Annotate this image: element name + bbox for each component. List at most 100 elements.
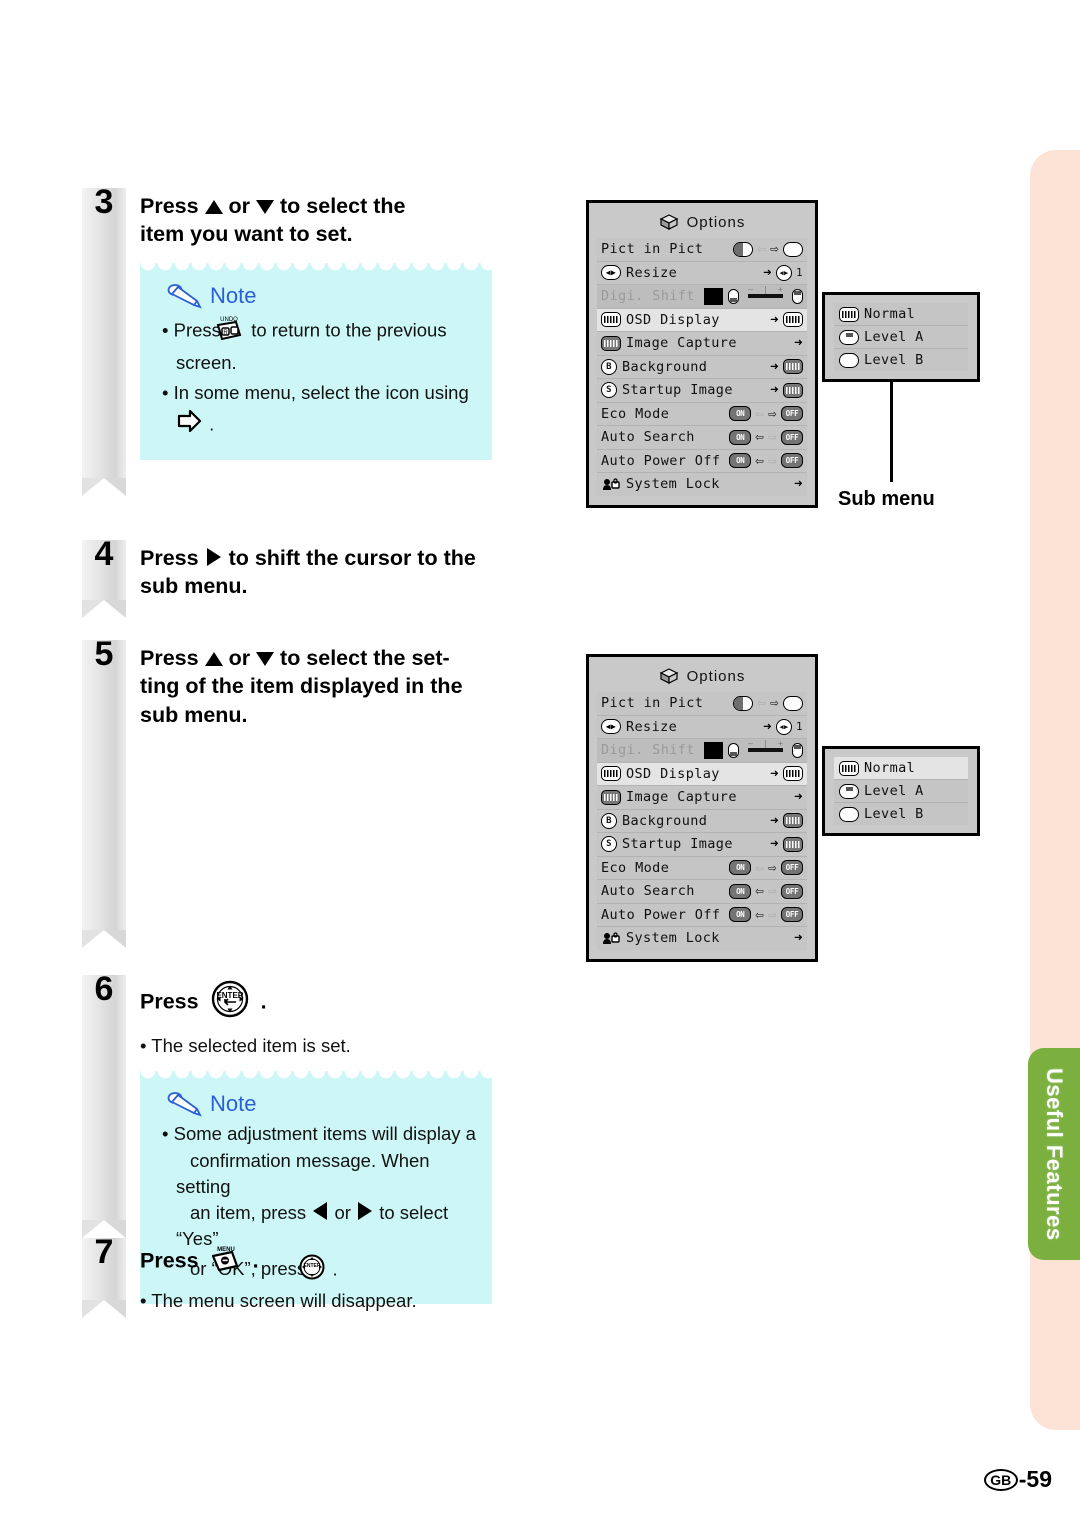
auto-power-off-off-button[interactable]: OFF [781,907,803,923]
submenu-row-label: Level B [864,806,924,822]
pip-off-icon[interactable] [783,241,803,257]
bullet-dot: • [140,1290,147,1312]
osd-row-control[interactable]: ➜ ◀▶ 1 [763,718,803,735]
osd-row-system-lock[interactable]: System Lock ➜ [597,473,807,496]
osd-row-osd-display[interactable]: OSD Display ➜ [597,308,807,332]
auto-search-on-button[interactable]: ON [729,429,752,445]
submenu-row-level-b[interactable]: Level B [834,803,968,825]
osd-row-auto-search[interactable]: Auto Search ON ⇦ ⇨ OFF [597,880,807,904]
osd-row-pict-in-pict[interactable]: Pict in Pict ⇦ ⇨ [597,692,807,716]
osd-menu-options-bottom[interactable]: Options Pict in Pict ⇦ ⇨ ◀▶ Resize ➜ ◀▶ … [586,654,818,962]
osd-row-control[interactable]: ➜ [794,477,803,491]
step-4: 4 Press to shift the cursor to the sub me… [82,535,492,618]
pip-on-icon[interactable] [733,241,754,257]
submenu-osd-display-top[interactable]: Normal Level A Level B [822,292,980,382]
auto-power-off-on-button[interactable]: ON [729,453,752,469]
submenu-row-normal[interactable]: Normal [834,303,968,326]
svg-text:R: R [223,330,228,336]
eco-mode-off-button[interactable]: OFF [781,860,803,876]
digi-shift-slider[interactable]: – | + [748,739,784,753]
osd-row-control[interactable]: ⇦ ⇨ [733,241,803,257]
arrow-left-icon: ⇦ [755,452,765,469]
osd-row-auto-power-off[interactable]: Auto Power Off ON ⇦ ⇨ OFF [597,449,807,473]
osd-row-background[interactable]: B Background ➜ [597,355,807,379]
digi-shift-slider[interactable]: – | + [748,285,784,299]
osd-row-control[interactable]: ➜ [770,312,803,328]
eco-mode-on-button[interactable]: ON [729,860,752,876]
submenu-row-label: Normal [864,760,916,776]
osd-row-background[interactable]: B Background ➜ [597,809,807,833]
osd-row-control[interactable]: ON ⇦ ⇨ OFF [729,429,803,445]
osd-row-control[interactable]: ON ⇦ ⇨ OFF [729,860,803,876]
step-3-body: Press or to select the item you want to s… [126,188,492,478]
osd-row-control[interactable]: ➜ [794,931,803,945]
submenu-row-normal[interactable]: Normal [834,757,968,780]
osd-row-pict-in-pict[interactable]: Pict in Pict ⇦ ⇨ [597,238,807,262]
osd-row-control[interactable]: ➜ [794,790,803,804]
submenu-osd-display-bottom[interactable]: Normal Level A Level B [822,746,980,836]
image-capture-icon [601,335,621,351]
osd-row-system-lock[interactable]: System Lock ➜ [597,927,807,950]
submenu-row-level-b[interactable]: Level B [834,349,968,371]
arrow-right-icon: ➜ [770,836,779,853]
osd-row-control[interactable]: ➜ ◀▶ 1 [763,264,803,281]
osd-row-startup-image[interactable]: S Startup Image ➜ [597,379,807,403]
step-5-title-mid: or [228,646,251,670]
osd-menu-options-top[interactable]: Options Pict in Pict ⇦ ⇨ ◀▶ Resize ➜ ◀▶ … [586,200,818,508]
eco-mode-on-button[interactable]: ON [729,406,752,422]
note-item: • In some menu, select the icon using . [162,380,476,444]
step-7: 7 Press MENU . • The menu screen will di… [82,1233,492,1318]
osd-row-osd-display[interactable]: OSD Display ➜ [597,762,807,786]
pencil-icon [167,283,202,309]
osd-row-control[interactable]: ➜ [770,359,803,375]
arrow-left-icon: ⇦ [755,906,765,923]
osd-row-control[interactable]: ON ⇦ ⇨ OFF [729,906,803,923]
osd-row-label: Image Capture [626,335,737,352]
background-value-icon [783,359,803,375]
osd-row-control[interactable]: ➜ [770,812,803,829]
osd-row-control[interactable]: ➜ [770,766,803,782]
osd-row-eco-mode[interactable]: Eco Mode ON ⇦ ⇨ OFF [597,402,807,426]
auto-search-off-button[interactable]: OFF [781,883,803,899]
step-4-title-pre: Press [140,546,199,570]
chapter-tab-label: Useful Features [1042,1067,1067,1241]
lock-icon [603,478,620,490]
pip-off-icon[interactable] [783,695,803,711]
osd-row-image-capture[interactable]: Image Capture ➜ [597,786,807,810]
auto-search-off-button[interactable]: OFF [781,429,803,445]
level-a-icon [839,329,859,345]
step-7-title-post: . [252,1248,259,1273]
osd-row-control[interactable]: ⇦ ⇨ [733,695,803,711]
submenu-row-level-a[interactable]: Level A [834,326,968,349]
osd-row-resize[interactable]: ◀▶ Resize ➜ ◀▶ 1 [597,261,807,285]
auto-power-off-off-button[interactable]: OFF [781,453,803,469]
osd-row-control[interactable]: ON ⇦ ⇨ OFF [729,883,803,899]
osd-row-control[interactable]: ➜ [770,836,803,853]
arrow-right-icon: ➜ [770,812,779,829]
osd-row-control[interactable]: ➜ [770,382,803,398]
osd-row-auto-search[interactable]: Auto Search ON ⇦ ⇨ OFF [597,426,807,450]
enter-button-icon: ENTER [208,979,252,1026]
osd-row-label: Auto Power Off [601,906,721,923]
pip-on-icon[interactable] [733,695,754,711]
auto-search-on-button[interactable]: ON [729,883,752,899]
osd-row-control[interactable]: ON ⇦ ⇨ OFF [729,406,803,422]
osd-row-eco-mode[interactable]: Eco Mode ON ⇦ ⇨ OFF [597,856,807,880]
digi-shift-icon-b [792,742,803,758]
osd-row-control[interactable]: ON ⇦ ⇨ OFF [729,452,803,469]
note-item: • Press UNDO R to return to the previous… [162,313,476,377]
osd-row-control[interactable]: ➜ [794,336,803,350]
note-header: Note [166,283,476,309]
background-icon: B [601,812,617,829]
step-5-title-line1: to select the set- [280,646,450,670]
arrow-right-icon: ➜ [794,335,803,352]
submenu-row-level-a[interactable]: Level A [834,780,968,803]
step-3-title-text-pre: Press [140,194,205,218]
osd-row-image-capture[interactable]: Image Capture ➜ [597,332,807,356]
auto-power-off-on-button[interactable]: ON [729,907,752,923]
eco-mode-off-button[interactable]: OFF [781,406,803,422]
osd-row-resize[interactable]: ◀▶ Resize ➜ ◀▶ 1 [597,715,807,739]
osd-row-startup-image[interactable]: S Startup Image ➜ [597,833,807,857]
arrow-down-icon [256,652,275,666]
osd-row-auto-power-off[interactable]: Auto Power Off ON ⇦ ⇨ OFF [597,903,807,927]
